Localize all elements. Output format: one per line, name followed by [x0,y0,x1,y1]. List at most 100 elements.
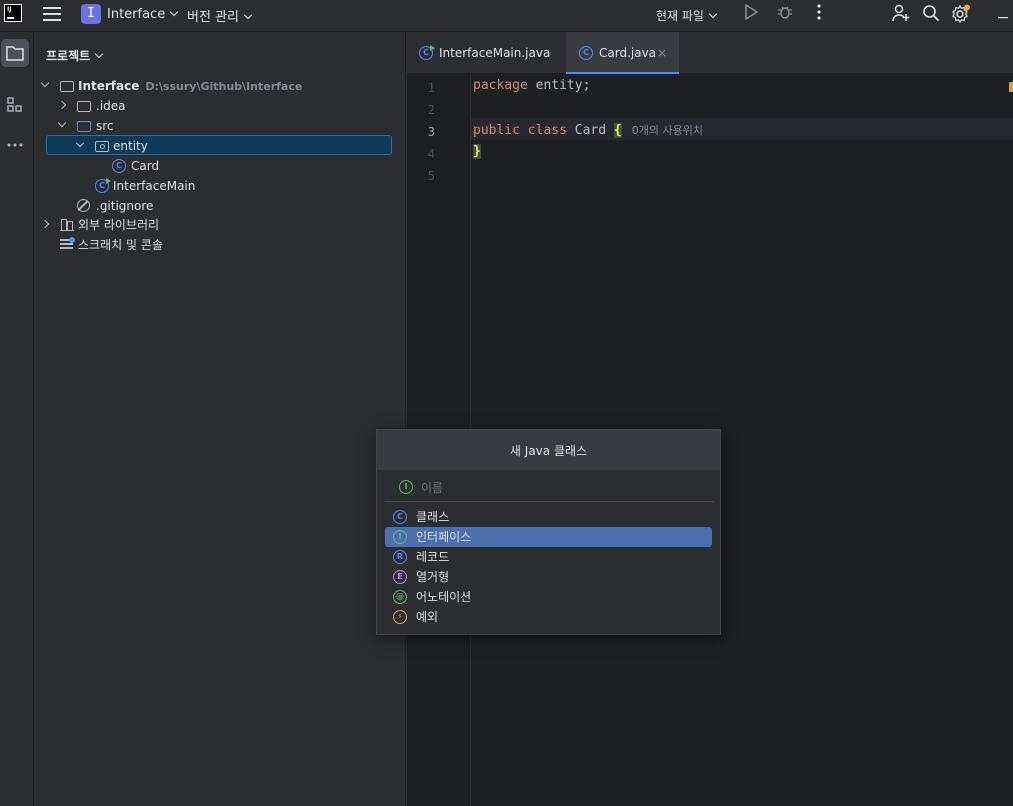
class-kind-icon: C [393,510,407,524]
editor-tab-bar: C InterfaceMain.java C Card.java × [407,32,1013,74]
intellij-logo-icon[interactable]: IJ [4,4,22,22]
main-class-icon: C [95,178,111,193]
tab-card-java[interactable]: C Card.java × [566,32,679,74]
chevron-right-icon[interactable] [40,219,50,229]
kind-option-label: 어노테이션 [416,590,472,604]
chevron-down-icon [243,10,253,20]
enum-kind-icon: E [393,570,407,584]
tree-item-idea[interactable]: .idea [46,96,392,116]
debug-icon[interactable] [774,4,796,26]
chevron-down-icon [708,9,718,19]
tree-item-label: Card [131,159,160,173]
tab-label: InterfaceMain.java [439,46,551,60]
ignore-file-icon [77,199,90,212]
chevron-down-icon [169,7,179,17]
chevron-right-icon[interactable] [57,100,67,110]
more-actions-icon[interactable] [808,4,830,26]
package-icon [95,141,109,152]
title-bar: IJ I Interface 버전 관리 현재 파일 [0,0,1013,32]
popup-title: 새 Java 클래스 [377,430,720,470]
tree-item-root-name: Interface [78,79,140,93]
more-tools-icon[interactable] [1,131,29,159]
search-icon[interactable] [920,4,942,26]
interface-kind-icon: I [393,530,407,544]
tree-item-label: 스크래치 및 콘솔 [78,238,163,252]
scratches-icon [60,237,75,251]
chevron-down-icon[interactable] [40,78,50,88]
tree-item-interface-root[interactable]: Interface D:\ssury\Github\Interface [40,76,392,97]
run-config-selector[interactable]: 현재 파일 [656,7,718,24]
add-user-icon[interactable] [890,4,912,26]
folder-icon [77,101,91,112]
line-number: 2 [427,103,435,117]
source-folder-icon [77,121,91,132]
project-switcher[interactable]: Interface [107,7,179,22]
project-panel: 프로젝트 Interface D:\ssury\Github\Interface … [35,32,406,806]
tool-window-strip [0,32,34,806]
tree-item-root-path: D:\ssury\Github\Interface [145,80,303,93]
class-name-input[interactable] [421,477,701,499]
editor-area: C InterfaceMain.java C Card.java × 1 2 3… [407,32,1013,806]
tree-item-label: .idea [96,99,126,113]
tree-item-card[interactable]: C Card [46,156,392,176]
project-tool-icon[interactable] [1,39,29,67]
close-tab-icon[interactable]: × [657,32,667,74]
code-line-4[interactable]: } [473,144,481,159]
tab-interfacemain-java[interactable]: C InterfaceMain.java [407,32,565,74]
keyword: class [527,123,567,138]
tree-item-label: InterfaceMain [113,179,196,193]
line-number: 4 [427,147,435,161]
kind-option-enum[interactable]: E 열거형 [385,567,712,587]
usages-inlay-hint[interactable]: 0개의 사용위치 [632,124,703,137]
tree-item-label: entity [113,139,148,153]
tree-item-scratches[interactable]: 스크래치 및 콘솔 [46,235,392,255]
tree-item-entity[interactable]: entity [46,135,392,155]
run-config-label: 현재 파일 [656,9,704,23]
kind-option-label: 레코드 [416,550,450,564]
chevron-down-icon [94,49,104,59]
popup-name-field: I [385,474,714,502]
chevron-down-icon[interactable] [75,138,85,148]
tree-item-label: src [96,119,114,133]
line-number: 5 [427,169,435,183]
kind-option-label: 열거형 [416,570,450,584]
kind-option-label: 인터페이스 [416,530,472,544]
inspection-warning-icon[interactable] [1009,82,1013,92]
keyword: package [473,78,528,93]
module-folder-icon [60,81,74,92]
kind-option-label: 예외 [416,610,439,624]
structure-tool-icon[interactable] [1,91,29,119]
line-number: 1 [427,81,435,95]
run-icon[interactable] [740,3,762,26]
library-icon [60,219,74,231]
kind-option-exception[interactable]: ⚡ 예외 [385,607,712,627]
brace: { [613,123,622,138]
code-line-3[interactable]: public class Card {0개의 사용위치 [473,122,703,138]
project-panel-title[interactable]: 프로젝트 [46,47,104,64]
project-badge-icon[interactable]: I [81,4,101,24]
chevron-down-icon[interactable] [57,118,67,128]
tree-item-label: Interface D:\ssury\Github\Interface [78,76,302,97]
tree-item-src[interactable]: src [46,116,392,136]
vcs-menu[interactable]: 버전 관리 [187,6,253,25]
tree-item-external-libraries[interactable]: 외부 라이브러리 [40,215,392,235]
project-panel-title-label: 프로젝트 [46,49,91,63]
kind-option-annotation[interactable]: @ 어노테이션 [385,587,712,607]
main-menu-icon[interactable] [43,7,61,23]
brace: } [473,144,481,159]
class-name: Card [574,123,607,138]
settings-gear-icon[interactable] [950,4,972,26]
interface-kind-icon: I [399,480,413,494]
tree-item-interfacemain[interactable]: C InterfaceMain [46,176,392,196]
tree-item-gitignore[interactable]: .gitignore [46,196,392,216]
vcs-label: 버전 관리 [187,10,239,25]
code-line-1[interactable]: package entity; [473,78,590,93]
kind-option-class[interactable]: C 클래스 [385,507,712,527]
minimize-icon[interactable] [992,4,1013,26]
new-java-class-popup: 새 Java 클래스 I C 클래스 I 인터페이스 R 레코드 E 열거형 @ 어노테이션 ⚡ 예외 [376,429,721,635]
tab-label: Card.java [599,46,657,60]
line-number: 3 [427,125,435,139]
record-kind-icon: R [393,550,407,564]
kind-option-record[interactable]: R 레코드 [385,547,712,567]
kind-option-interface[interactable]: I 인터페이스 [385,527,712,547]
